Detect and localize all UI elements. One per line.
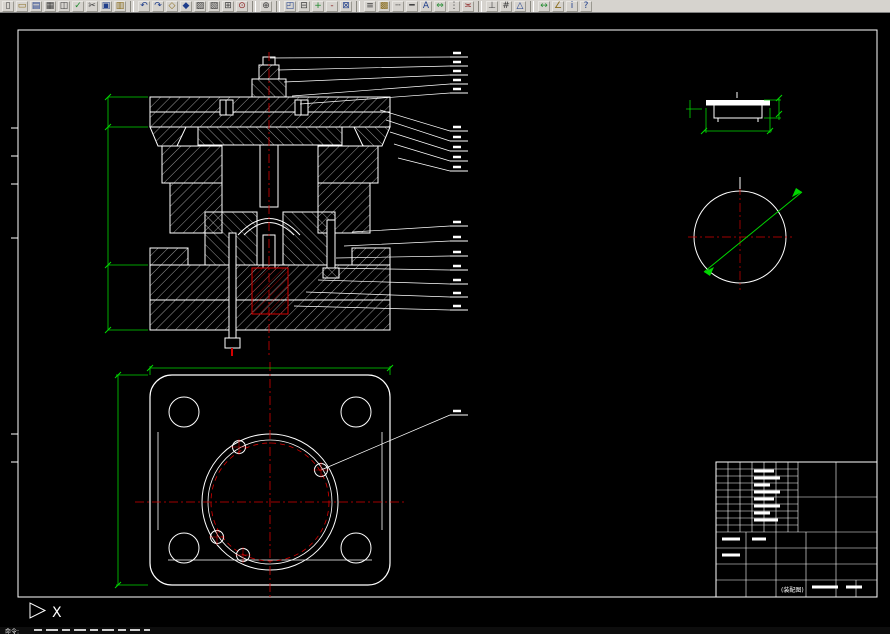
zoom-extents-button[interactable]: ⊠ (340, 0, 352, 12)
canvas-background (0, 14, 890, 634)
drawing-canvas[interactable]: (装配图) X 命令: (0, 14, 890, 634)
toolbar-separator (276, 0, 280, 12)
point-button[interactable]: ⊙ (236, 0, 248, 12)
properties-icon: ⋮ (449, 0, 459, 11)
zoom-out-icon: - (330, 0, 334, 11)
insert-block-button[interactable]: ◇ (166, 0, 178, 12)
lineweight-icon: ━ (409, 0, 415, 11)
layer-color-icon: ▩ (379, 0, 389, 11)
cut-icon: ✂ (88, 0, 96, 11)
redo-button[interactable]: ↷ (152, 0, 164, 12)
print-preview-icon: ◫ (59, 0, 69, 11)
spell-check-button[interactable]: ✓ (72, 0, 84, 12)
hatch-button[interactable]: ▨ (194, 0, 206, 12)
cut-button[interactable]: ✂ (86, 0, 98, 12)
snap-icon: △ (516, 0, 524, 11)
spell-check-icon: ✓ (74, 0, 82, 11)
area-icon: ∠ (553, 0, 563, 11)
text-style-button[interactable]: A (420, 0, 432, 12)
zoom-realtime-button[interactable]: ⊕ (260, 0, 272, 12)
title-block-note: (装配图) (781, 586, 804, 594)
toolbar-separator (356, 0, 360, 12)
text-style-icon: A (422, 0, 430, 11)
paste-button[interactable]: ▥ (114, 0, 126, 12)
table-button[interactable]: ⊞ (222, 0, 234, 12)
help-icon: ? (583, 0, 589, 11)
distance-icon: ↔ (540, 0, 548, 11)
ortho-button[interactable]: ⊥ (486, 0, 498, 12)
new-file-button[interactable]: ▯ (2, 0, 14, 12)
redo-icon: ↷ (154, 0, 162, 11)
lineweight-button[interactable]: ━ (406, 0, 418, 12)
distance-button[interactable]: ↔ (538, 0, 550, 12)
dim-style-icon: ⇔ (436, 0, 444, 11)
command-line[interactable]: 命令: (0, 627, 890, 634)
hatch-icon: ▨ (195, 0, 205, 11)
paste-icon: ▥ (115, 0, 125, 11)
match-properties-icon: ≍ (464, 0, 472, 11)
zoom-extents-icon: ⊠ (342, 0, 350, 11)
undo-button[interactable]: ↶ (138, 0, 150, 12)
toolbar: ▯ ▭ ▤ ▦ ◫ ✓ ✂ ▣ ▥ ↶ ↷ ◇ ◆ ▨ ▧ ⊞ ⊙ ⊕ ◰ ⊟ + - ⊠ ≡ ▩ ┄ ━ A ⇔ ⋮ ≍ ⊥ # △ ↔ ∠ i? (0, 0, 890, 13)
make-block-icon: ◆ (182, 0, 190, 11)
save-file-icon: ▤ (31, 0, 41, 11)
open-file-icon: ▭ (17, 0, 27, 11)
toolbar-separator (478, 0, 482, 12)
point-icon: ⊙ (238, 0, 246, 11)
copy-icon: ▣ (101, 0, 111, 11)
grid-icon: # (502, 0, 510, 11)
area-button[interactable]: ∠ (552, 0, 564, 12)
list-icon: i (570, 0, 574, 11)
layers-button[interactable]: ≡ (364, 0, 376, 12)
list-button[interactable]: i (566, 0, 578, 12)
zoom-out-button[interactable]: - (326, 0, 338, 12)
region-icon: ▧ (209, 0, 219, 11)
linetype-button[interactable]: ┄ (392, 0, 404, 12)
help-button[interactable]: ? (580, 0, 592, 12)
make-block-button[interactable]: ◆ (180, 0, 192, 12)
zoom-realtime-icon: ⊕ (262, 0, 270, 11)
zoom-window-icon: ◰ (285, 0, 295, 11)
toolbar-separator (252, 0, 256, 12)
insert-block-icon: ◇ (168, 0, 176, 11)
toolbar-separator (530, 0, 534, 12)
ucs-x-label: X (52, 605, 62, 621)
linetype-icon: ┄ (395, 0, 401, 11)
command-prompt: 命令: (5, 628, 19, 634)
region-button[interactable]: ▧ (208, 0, 220, 12)
print-preview-button[interactable]: ◫ (58, 0, 70, 12)
grid-button[interactable]: # (500, 0, 512, 12)
undo-icon: ↶ (140, 0, 148, 11)
copy-button[interactable]: ▣ (100, 0, 112, 12)
zoom-in-button[interactable]: + (312, 0, 324, 12)
dim-style-button[interactable]: ⇔ (434, 0, 446, 12)
print-icon: ▦ (45, 0, 55, 11)
zoom-window-button[interactable]: ◰ (284, 0, 296, 12)
new-file-icon: ▯ (5, 0, 11, 11)
ortho-icon: ⊥ (488, 0, 496, 11)
properties-button[interactable]: ⋮ (448, 0, 460, 12)
zoom-previous-button[interactable]: ⊟ (298, 0, 310, 12)
zoom-previous-icon: ⊟ (300, 0, 308, 11)
open-file-button[interactable]: ▭ (16, 0, 28, 12)
zoom-in-icon: + (314, 0, 322, 11)
layers-icon: ≡ (366, 0, 374, 11)
match-properties-button[interactable]: ≍ (462, 0, 474, 12)
toolbar-separator (130, 0, 134, 12)
table-icon: ⊞ (224, 0, 232, 11)
print-button[interactable]: ▦ (44, 0, 56, 12)
snap-button[interactable]: △ (514, 0, 526, 12)
layer-color-button[interactable]: ▩ (378, 0, 390, 12)
save-file-button[interactable]: ▤ (30, 0, 42, 12)
